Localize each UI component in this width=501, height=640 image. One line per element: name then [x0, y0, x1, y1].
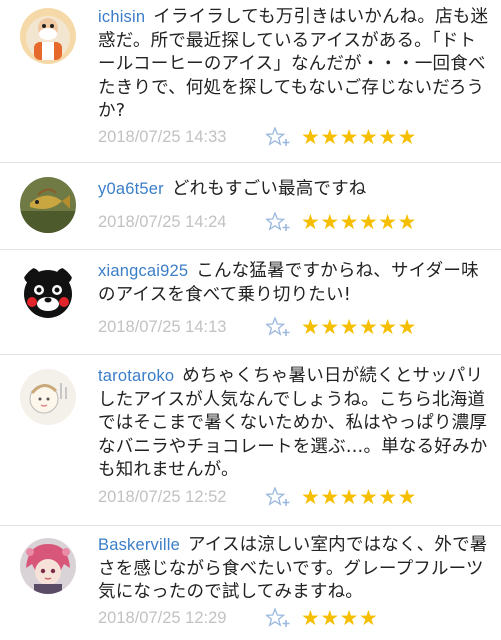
star-plus-icon[interactable]: [264, 126, 292, 147]
kumamon-bear-avatar-icon[interactable]: [20, 264, 76, 320]
comment-item: y0a6t5er どれもすごい最高ですね 2018/07/25 14:24 ★★★…: [0, 163, 501, 250]
comment-body: イライラしても万引きはいかんね。店も迷惑だ。所で最近探しているアイスがある。「ド…: [98, 7, 489, 121]
star-plus-icon[interactable]: [264, 211, 292, 232]
rating-stars: ★★★★: [301, 606, 379, 630]
star-plus-icon[interactable]: [264, 316, 292, 337]
comment-list: ichisin イライラしても万引きはいかんね。店も迷惑だ。所で最近探しているアイ…: [0, 0, 501, 640]
anime-character-avatar-icon[interactable]: [20, 538, 76, 594]
star-plus-icon[interactable]: [264, 607, 292, 628]
rating-stars: ★★★★★★: [301, 315, 417, 339]
comment-username[interactable]: tarotaroko: [98, 367, 174, 385]
comment-item: Baskerville アイスは涼しい室内ではなく、外で暑さを感じながら食べたいで…: [0, 526, 501, 640]
comment-body: どれもすごい最高ですね: [171, 179, 367, 199]
child-drawing-avatar-icon[interactable]: [20, 369, 76, 425]
rating-stars: ★★★★★★: [301, 485, 417, 509]
comment-text-block: Baskerville アイスは涼しい室内ではなく、外で暑さを感じながら食べたいで…: [98, 534, 489, 605]
fish-photo-avatar-icon[interactable]: [20, 177, 76, 233]
comment-text-block: xiangcai925 こんな猛暑ですからね、サイダー味のアイスを食べて乗り切りた…: [98, 260, 489, 307]
comment-text-block: y0a6t5er どれもすごい最高ですね: [98, 178, 489, 202]
comment-date: 2018/07/25 12:52: [98, 488, 227, 506]
comment-date: 2018/07/25 14:24: [98, 213, 227, 231]
comment-username[interactable]: Baskerville: [98, 536, 180, 554]
comment-item: xiangcai925 こんな猛暑ですからね、サイダー味のアイスを食べて乗り切りた…: [0, 250, 501, 355]
comment-username[interactable]: xiangcai925: [98, 262, 188, 280]
comment-date: 2018/07/25 14:33: [98, 128, 227, 146]
rating-stars: ★★★★★★: [301, 210, 417, 234]
comment-item: ichisin イライラしても万引きはいかんね。店も迷惑だ。所で最近探しているアイ…: [0, 0, 501, 163]
comment-username[interactable]: ichisin: [98, 8, 145, 26]
comment-text-block: ichisin イライラしても万引きはいかんね。店も迷惑だ。所で最近探しているアイ…: [98, 6, 489, 124]
comment-date: 2018/07/25 12:29: [98, 609, 227, 627]
comment-date: 2018/07/25 14:13: [98, 318, 227, 336]
cartoon-old-man-avatar-icon[interactable]: [20, 8, 76, 64]
comment-item: tarotaroko めちゃくちゃ暑い日が続くとサッパリしたアイスが人気なんでしょ…: [0, 355, 501, 526]
comment-text-block: tarotaroko めちゃくちゃ暑い日が続くとサッパリしたアイスが人気なんでしょ…: [98, 365, 489, 483]
comment-username[interactable]: y0a6t5er: [98, 180, 164, 198]
star-plus-icon[interactable]: [264, 486, 292, 507]
rating-stars: ★★★★★★: [301, 125, 417, 149]
